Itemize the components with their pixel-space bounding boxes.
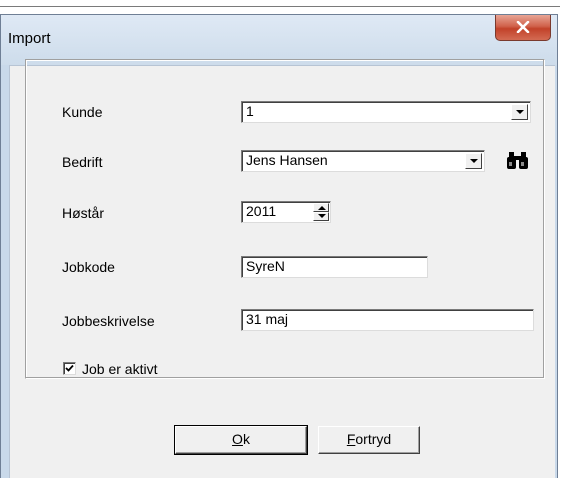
kunde-combobox[interactable]: 1 [241,101,531,123]
jobkode-value: SyreN [246,258,285,274]
jobkode-label: Jobkode [62,259,115,275]
jobbeskrivelse-value: 31 maj [246,311,289,327]
ok-button[interactable]: Ok [174,425,308,455]
ok-mnemonic: O [232,431,243,447]
kunde-value: 1 [246,103,254,119]
jobbeskrivelse-input[interactable]: 31 maj [241,309,534,331]
window-title: Import [8,30,51,47]
ok-label-rest: k [242,431,250,447]
close-icon [516,21,530,33]
fortryd-label-rest: ortryd [355,431,392,447]
hoestaar-value: 2011 [246,203,277,219]
binoculars-search-button[interactable] [506,150,529,171]
spin-down-button[interactable] [313,212,329,221]
jobbeskrivelse-label: Jobbeskrivelse [62,313,155,329]
jobkode-input[interactable]: SyreN [241,256,428,278]
kunde-dropdown-button[interactable] [511,104,528,120]
spin-up-button[interactable] [313,203,329,212]
bedrift-dropdown-button[interactable] [465,153,482,169]
close-button[interactable] [495,15,551,41]
checkmark-icon [65,364,74,372]
kunde-label: Kunde [62,104,103,120]
job-aktiv-checkbox[interactable] [63,362,76,375]
bedrift-combobox[interactable]: Jens Hansen [241,150,485,172]
bedrift-label: Bedrift [62,154,103,170]
bedrift-value: Jens Hansen [246,152,328,168]
job-aktiv-label: Job er aktivt [82,361,158,377]
hoestaar-label: Høstår [62,205,104,221]
hoestaar-spinner[interactable]: 2011 [241,201,331,223]
hoestaar-spin-buttons [313,203,329,221]
top-border-line [0,6,560,7]
title-bar[interactable]: Import [1,15,557,65]
fortryd-button[interactable]: Fortryd [318,426,420,454]
binoculars-icon [507,152,528,169]
